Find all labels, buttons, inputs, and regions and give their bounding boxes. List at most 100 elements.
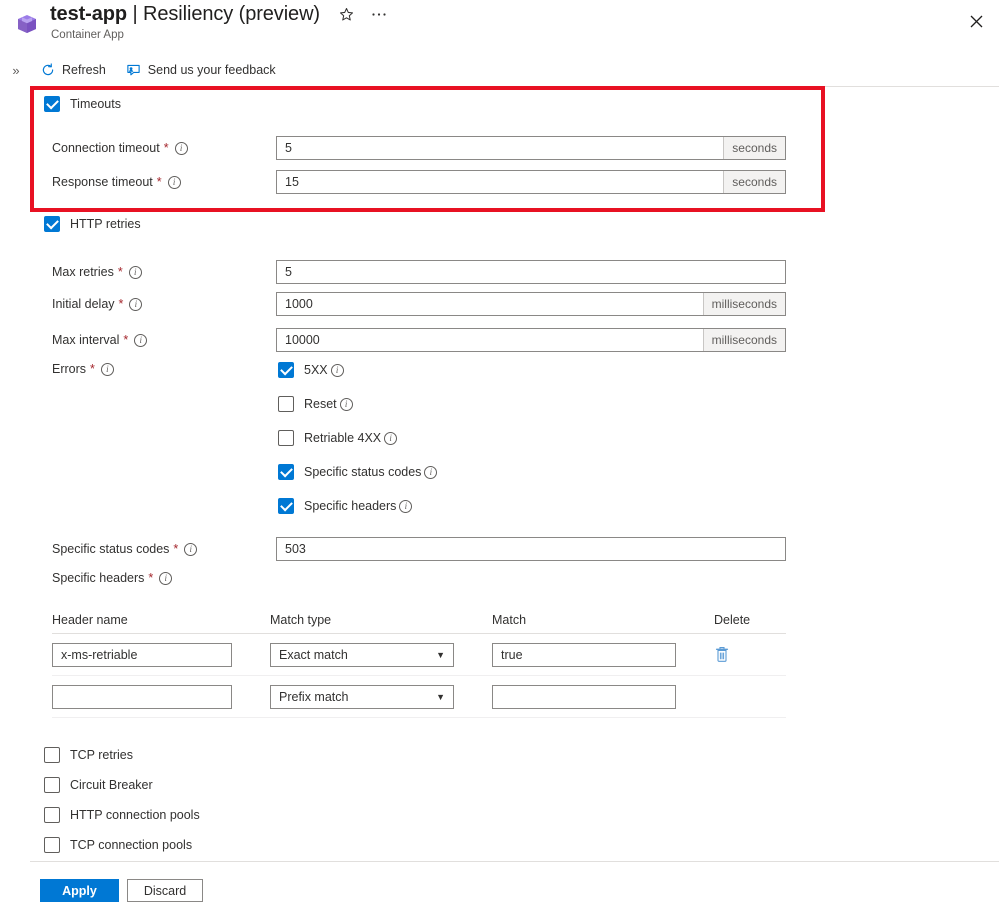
container-app-icon: [14, 12, 40, 36]
resiliency-blade: test-app | Resiliency (preview) Containe…: [0, 0, 999, 912]
info-icon[interactable]: i: [384, 432, 397, 445]
errors-label: Errors * i: [52, 362, 114, 376]
discard-button[interactable]: Discard: [127, 879, 203, 902]
connection-timeout-field[interactable]: seconds: [276, 136, 786, 160]
info-icon[interactable]: i: [159, 572, 172, 585]
star-icon[interactable]: [336, 4, 358, 26]
info-icon[interactable]: i: [101, 363, 114, 376]
error-specific-headers-checkbox[interactable]: [278, 498, 294, 514]
send-feedback-label: Send us your feedback: [148, 63, 276, 77]
connection-timeout-row: Connection timeout * i seconds: [52, 136, 786, 160]
info-icon[interactable]: i: [184, 543, 197, 556]
error-retriable-4xx-checkbox[interactable]: [278, 430, 294, 446]
error-5xx-label: 5XX: [304, 363, 328, 377]
tcp-connection-pools-label: TCP connection pools: [70, 838, 192, 852]
close-icon[interactable]: [961, 6, 991, 36]
tcp-retries-section-toggle[interactable]: TCP retries: [44, 747, 133, 763]
specific-status-codes-row: Specific status codes * i: [52, 537, 786, 561]
timeouts-checkbox[interactable]: [44, 96, 60, 112]
title-separator: |: [132, 3, 137, 25]
http-connection-pools-section-toggle[interactable]: HTTP connection pools: [44, 807, 200, 823]
column-header-match: Match: [492, 613, 714, 627]
chevron-down-icon: ▼: [436, 692, 445, 702]
circuit-breaker-label: Circuit Breaker: [70, 778, 153, 792]
tcp-connection-pools-section-toggle[interactable]: TCP connection pools: [44, 837, 192, 853]
footer-actions: Apply Discard: [40, 879, 203, 902]
refresh-icon: [40, 62, 56, 78]
initial-delay-field[interactable]: milliseconds: [276, 292, 786, 316]
match-type-value-1: Exact match: [279, 648, 348, 662]
error-specific-status-codes-checkbox[interactable]: [278, 464, 294, 480]
error-option-5xx[interactable]: 5XX i: [278, 362, 344, 378]
initial-delay-input[interactable]: [277, 293, 703, 315]
match-type-select-2[interactable]: Prefix match ▼: [270, 685, 454, 709]
column-header-delete: Delete: [714, 613, 786, 627]
info-icon[interactable]: i: [129, 298, 142, 311]
max-retries-input[interactable]: [277, 261, 785, 283]
tcp-connection-pools-checkbox[interactable]: [44, 837, 60, 853]
timeouts-section-toggle[interactable]: Timeouts: [44, 96, 121, 112]
info-icon[interactable]: i: [134, 334, 147, 347]
error-option-specific-status-codes[interactable]: Specific status codes i: [278, 464, 437, 480]
response-timeout-input[interactable]: [277, 171, 723, 193]
errors-label-row: Errors * i: [52, 362, 114, 376]
double-chevron-right-icon[interactable]: »: [4, 63, 28, 78]
timeouts-label: Timeouts: [70, 97, 121, 111]
blade-header: test-app | Resiliency (preview) Containe…: [0, 0, 999, 52]
error-reset-checkbox[interactable]: [278, 396, 294, 412]
info-icon[interactable]: i: [331, 364, 344, 377]
info-icon[interactable]: i: [175, 142, 188, 155]
table-row: Exact match ▼: [52, 634, 786, 676]
column-header-header-name: Header name: [52, 613, 270, 627]
max-retries-field[interactable]: [276, 260, 786, 284]
specific-status-codes-input[interactable]: [277, 538, 785, 560]
info-icon[interactable]: i: [399, 500, 412, 513]
match-type-value-2: Prefix match: [279, 690, 348, 704]
http-retries-checkbox[interactable]: [44, 216, 60, 232]
tcp-retries-checkbox[interactable]: [44, 747, 60, 763]
feedback-icon: [126, 62, 142, 78]
max-retries-label: Max retries * i: [52, 265, 276, 279]
specific-status-codes-field[interactable]: [276, 537, 786, 561]
error-5xx-checkbox[interactable]: [278, 362, 294, 378]
match-input-1[interactable]: [492, 643, 676, 667]
http-connection-pools-checkbox[interactable]: [44, 807, 60, 823]
max-interval-field[interactable]: milliseconds: [276, 328, 786, 352]
specific-status-codes-label: Specific status codes * i: [52, 542, 276, 556]
tcp-retries-label: TCP retries: [70, 748, 133, 762]
ellipsis-icon[interactable]: [368, 4, 390, 26]
max-interval-input[interactable]: [277, 329, 703, 351]
error-option-reset[interactable]: Reset i: [278, 396, 353, 412]
header-name-input-2[interactable]: [52, 685, 232, 709]
match-type-select-1[interactable]: Exact match ▼: [270, 643, 454, 667]
info-icon[interactable]: i: [424, 466, 437, 479]
circuit-breaker-checkbox[interactable]: [44, 777, 60, 793]
error-option-retriable-4xx[interactable]: Retriable 4XX i: [278, 430, 397, 446]
info-icon[interactable]: i: [340, 398, 353, 411]
command-bar: » Refresh Send us your feedback: [0, 54, 999, 86]
refresh-button[interactable]: Refresh: [32, 55, 114, 85]
connection-timeout-input[interactable]: [277, 137, 723, 159]
max-interval-suffix: milliseconds: [703, 329, 785, 351]
circuit-breaker-section-toggle[interactable]: Circuit Breaker: [44, 777, 153, 793]
info-icon[interactable]: i: [129, 266, 142, 279]
response-timeout-label: Response timeout * i: [52, 175, 276, 189]
http-retries-section-toggle[interactable]: HTTP retries: [44, 216, 141, 232]
header-name-input-1[interactable]: [52, 643, 232, 667]
apply-button[interactable]: Apply: [40, 879, 119, 902]
max-interval-row: Max interval * i milliseconds: [52, 328, 786, 352]
error-reset-label: Reset: [304, 397, 337, 411]
match-input-2[interactable]: [492, 685, 676, 709]
info-icon[interactable]: i: [168, 176, 181, 189]
specific-headers-table: Header name Match type Match Delete Exac…: [52, 606, 786, 718]
trash-icon[interactable]: [714, 646, 730, 663]
response-timeout-field[interactable]: seconds: [276, 170, 786, 194]
send-feedback-button[interactable]: Send us your feedback: [118, 55, 284, 85]
max-retries-row: Max retries * i: [52, 260, 786, 284]
resiliency-form: Timeouts Connection timeout * i seconds …: [0, 86, 999, 861]
response-timeout-suffix: seconds: [723, 171, 785, 193]
footer-divider: [30, 861, 999, 862]
error-option-specific-headers[interactable]: Specific headers i: [278, 498, 412, 514]
column-header-match-type: Match type: [270, 613, 492, 627]
page-title: test-app | Resiliency (preview): [50, 3, 390, 26]
